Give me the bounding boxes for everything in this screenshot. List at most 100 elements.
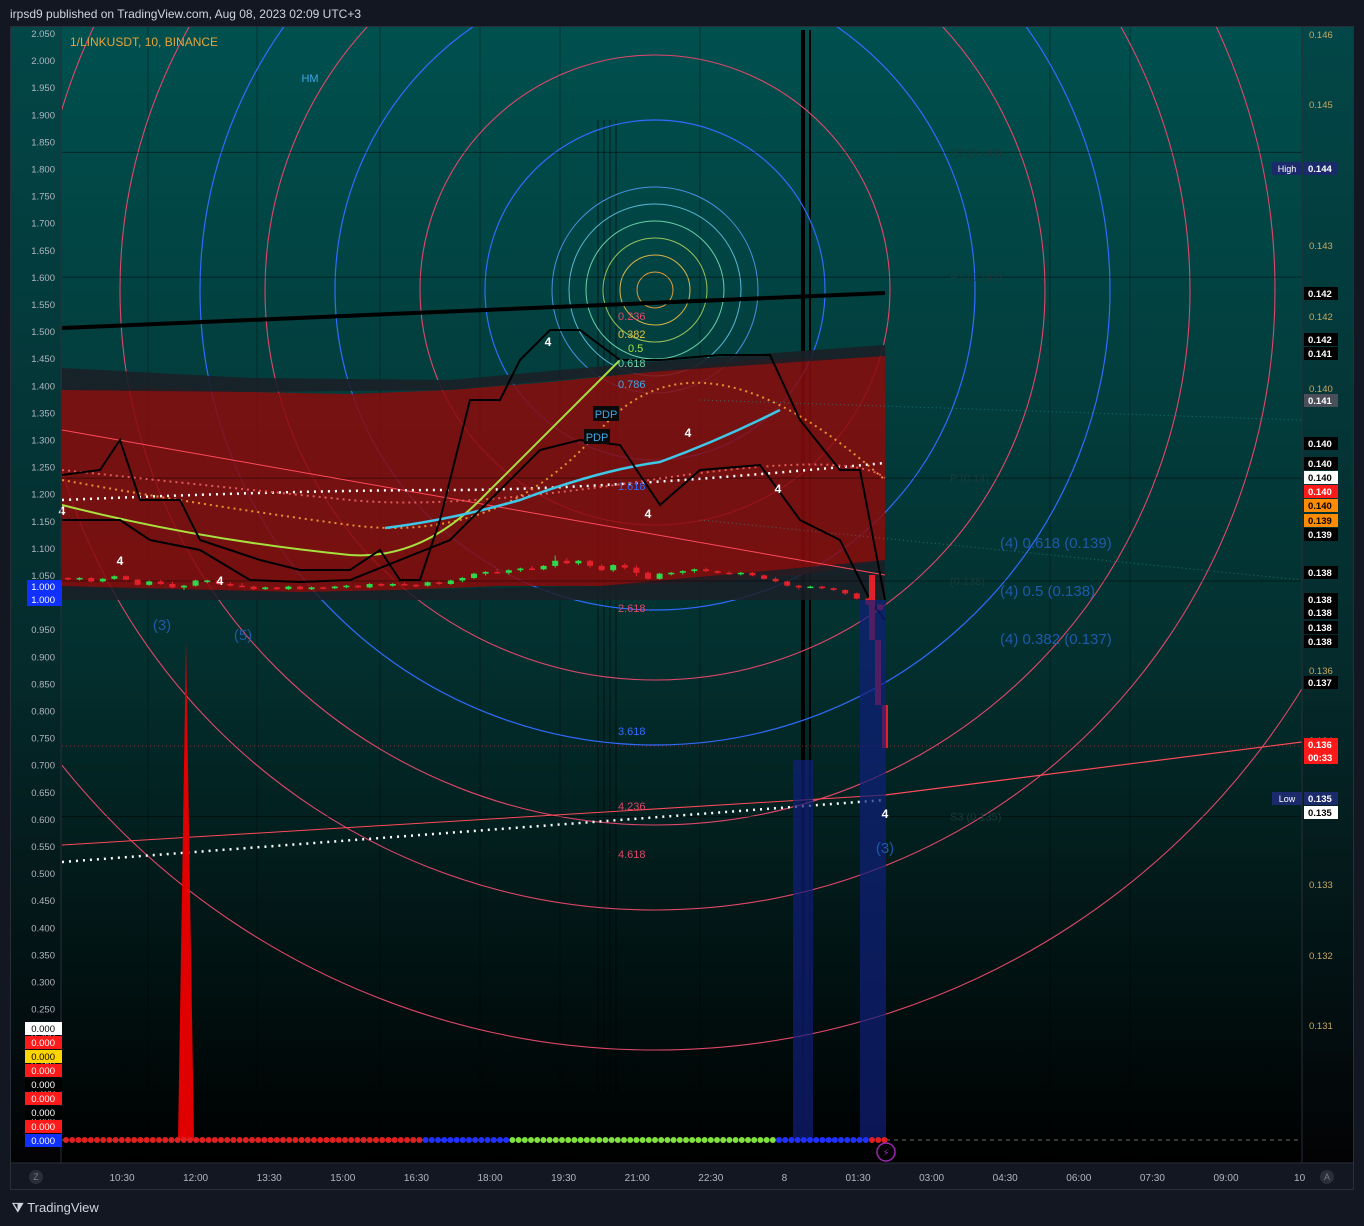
candle-body-58 [737,572,744,575]
left-tick-2: 1.950 [31,83,55,94]
signal-dot [156,1137,162,1143]
lightning-glyph: ⚡ [882,1148,889,1159]
signal-dot [87,1137,94,1143]
projection-label-2: (4) 0.382 (0.137) [1000,631,1112,648]
fib-level-label-5: 1.618 [618,481,646,493]
signal-dot [94,1137,100,1143]
signal-dot [335,1137,342,1143]
right-tick-1: 0.145 [1309,100,1333,111]
right-label-4: 0.141 [1308,396,1332,407]
wave-label-7: 4 [882,807,889,821]
signal-dot [720,1137,727,1143]
candle-body-37 [494,571,501,574]
candle-body-29 [401,583,408,586]
candle-body-62 [784,581,791,586]
candle-body-67 [842,590,849,594]
right-label-9: 0.140 [1308,501,1332,512]
signal-dot [304,1137,311,1143]
left-tick-15: 1.300 [31,436,55,447]
volume-bar-blue-2 [860,600,886,1140]
left-tick-17: 1.200 [31,490,55,501]
signal-dot [707,1137,714,1143]
candle-body-46 [598,565,605,571]
left-tick-32: 0.450 [31,896,55,907]
signal-dot [131,1137,138,1143]
signal-dot [807,1137,813,1143]
left-tick-36: 0.250 [31,1005,55,1016]
left-tick-5: 1.800 [31,165,55,176]
signal-dot [366,1137,373,1143]
candle-body-26 [366,583,373,588]
chart-canvas[interactable]: R2 (0.144) R1 (0.142) P (0.14) (0.138) S3 (0… [0,0,1364,1226]
signal-dot [726,1137,733,1143]
signal-dot [416,1137,423,1143]
x-tick-9: 8 [782,1173,788,1184]
right-label-12: 0.138 [1308,568,1332,579]
signal-dot [825,1137,832,1143]
signal-dot [794,1137,801,1143]
left-tick-12: 1.450 [31,354,55,365]
signal-dot [645,1137,652,1143]
right-label-19: 00:33 [1308,753,1332,764]
signal-dot [521,1137,528,1143]
right-tag-0: High [1278,164,1297,174]
x-tick-12: 04:30 [993,1173,1018,1184]
signal-dot [670,1137,677,1143]
candle-body-12 [204,580,211,583]
signal-dot [583,1137,590,1143]
x-tick-14: 07:30 [1140,1173,1165,1184]
left-tick-31: 0.500 [31,869,55,880]
right-tick-14: 0.131 [1309,1021,1333,1032]
signal-dot [788,1137,795,1143]
right-label-6: 0.140 [1308,459,1332,470]
signal-dot [590,1137,596,1143]
signal-dot [199,1137,206,1143]
signal-dot [236,1137,243,1143]
signal-dot [614,1137,621,1143]
signal-dot [850,1137,857,1143]
auto-scale-button[interactable]: A [1320,1170,1334,1184]
candle-body-11 [192,580,199,586]
fib-level-label-0: 0.236 [618,311,646,323]
candle-body-39 [517,568,524,571]
left-tick-33: 0.400 [31,923,55,934]
signal-dot [745,1137,751,1143]
candle-body-34 [459,577,466,581]
signal-dot [69,1137,76,1143]
x-tick-11: 03:00 [919,1173,944,1184]
right-tick-13: 0.132 [1309,951,1333,962]
candle-body-16 [250,586,257,590]
left-tick-35: 0.300 [31,978,55,989]
candle-body-5 [123,576,129,580]
right-tick-10: 0.136 [1309,666,1333,677]
signal-dot [627,1137,634,1143]
zoom-button[interactable]: Z [29,1170,43,1184]
signal-dot [658,1137,665,1143]
candle-body-52 [668,572,675,575]
signal-dot [695,1137,702,1143]
candle-body-20 [297,586,303,590]
fib-level-label-2: 0.5 [628,343,643,355]
signal-dot [112,1137,119,1143]
signal-dot [819,1137,826,1143]
fib-level-label-1: 0.382 [618,329,646,341]
candle-body-18 [273,587,280,590]
candle-body-57 [726,572,733,575]
signal-dot [218,1137,224,1143]
left-tick-11: 1.500 [31,327,55,338]
left-low-badge-8: 0.000 [31,1136,55,1147]
candle-body-14 [227,583,234,586]
signal-dot [286,1137,293,1143]
signal-dot [776,1137,782,1143]
signal-dot [261,1137,268,1143]
right-tick-12: 0.133 [1309,880,1333,891]
signal-dot [379,1137,386,1143]
candle-body-47 [610,565,617,571]
signal-dot [397,1137,404,1143]
signal-dot [342,1137,348,1143]
left-low-badge-6: 0.000 [31,1108,55,1119]
signal-dot [831,1137,838,1143]
left-tick-14: 1.350 [31,408,55,419]
left-tick-0: 2.050 [31,29,55,40]
footer-bar [0,1192,1364,1226]
